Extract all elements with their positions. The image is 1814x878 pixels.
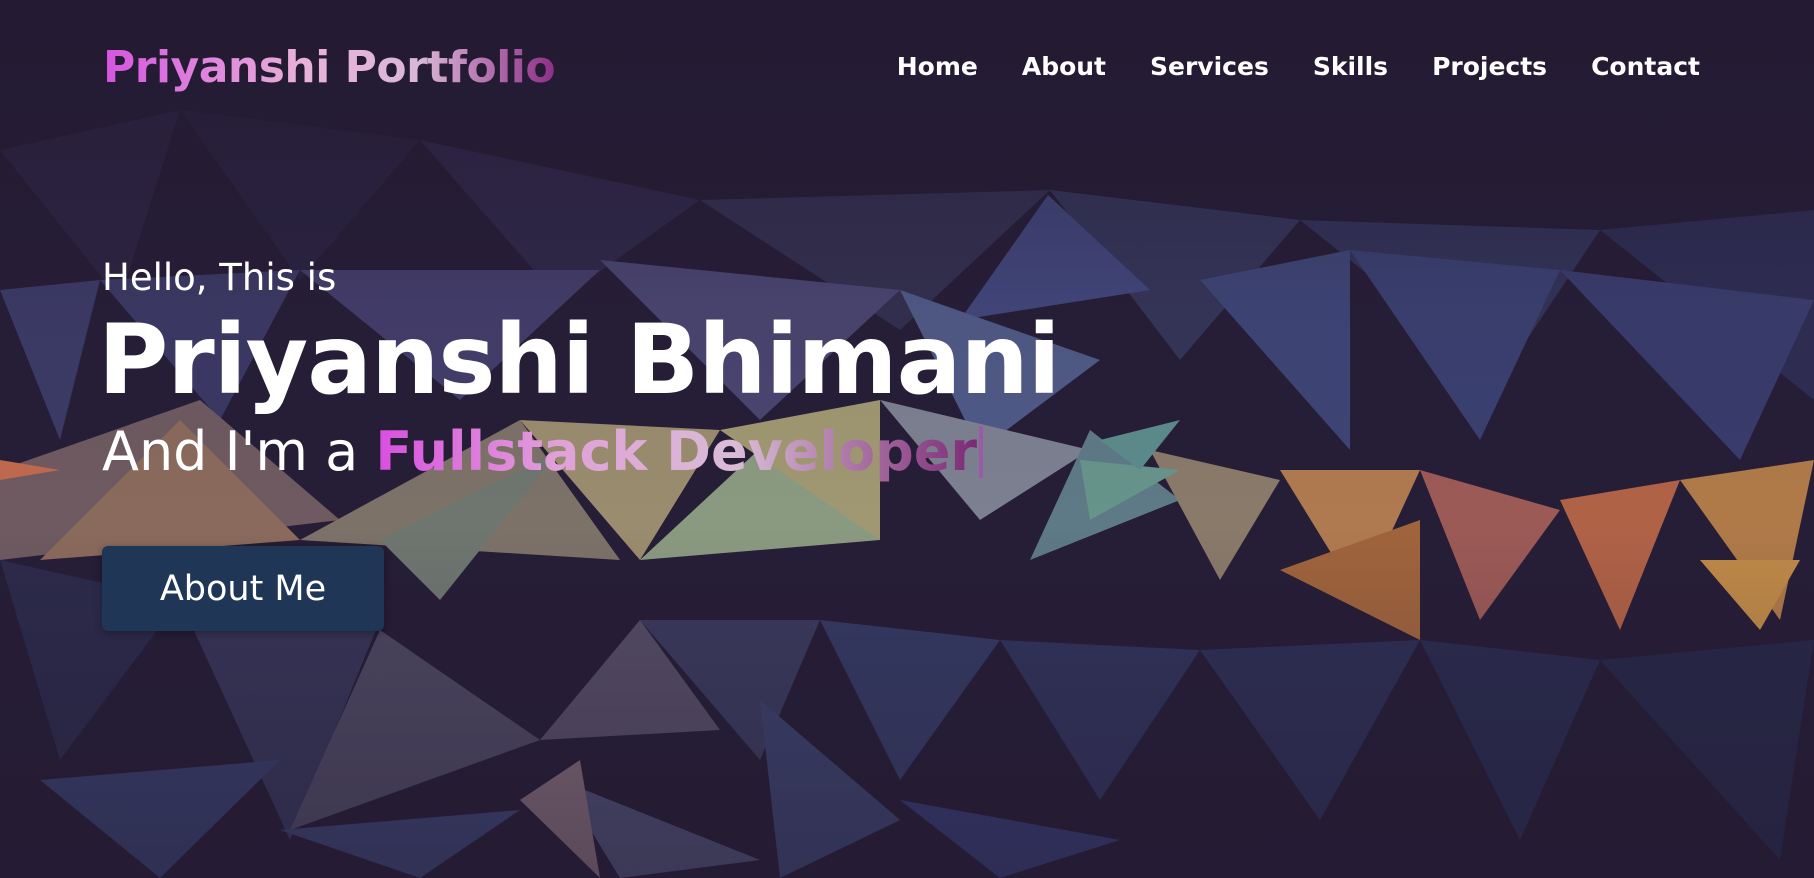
about-me-button[interactable]: About Me	[102, 546, 384, 631]
typing-cursor	[978, 426, 983, 478]
nav-item-services[interactable]: Services	[1150, 52, 1269, 81]
nav-item-contact[interactable]: Contact	[1591, 52, 1700, 81]
hero-greeting: Hello, This is	[102, 256, 337, 299]
hero-role-typed: Fullstack Developer	[375, 420, 977, 483]
nav-item-projects[interactable]: Projects	[1432, 52, 1547, 81]
hero-role-prefix: And I'm a	[102, 420, 376, 483]
nav-menu: Home About Services Skills Projects Cont…	[853, 52, 1700, 81]
nav-item-skills[interactable]: Skills	[1313, 52, 1388, 81]
hero-section: Hello, This is Priyanshi Bhimani And I'm…	[98, 255, 1202, 485]
nav-item-home[interactable]: Home	[897, 52, 978, 81]
nav-item-about[interactable]: About	[1022, 52, 1106, 81]
site-logo[interactable]: Priyanshi Portfolio	[103, 42, 556, 93]
portfolio-page: Priyanshi Portfolio Home About Services …	[0, 0, 1814, 878]
navbar: Priyanshi Portfolio Home About Services …	[0, 0, 1814, 140]
hero-role: And I'm a Fullstack Developer	[102, 419, 1202, 485]
hero-name: Priyanshi Bhimani	[98, 304, 1061, 416]
